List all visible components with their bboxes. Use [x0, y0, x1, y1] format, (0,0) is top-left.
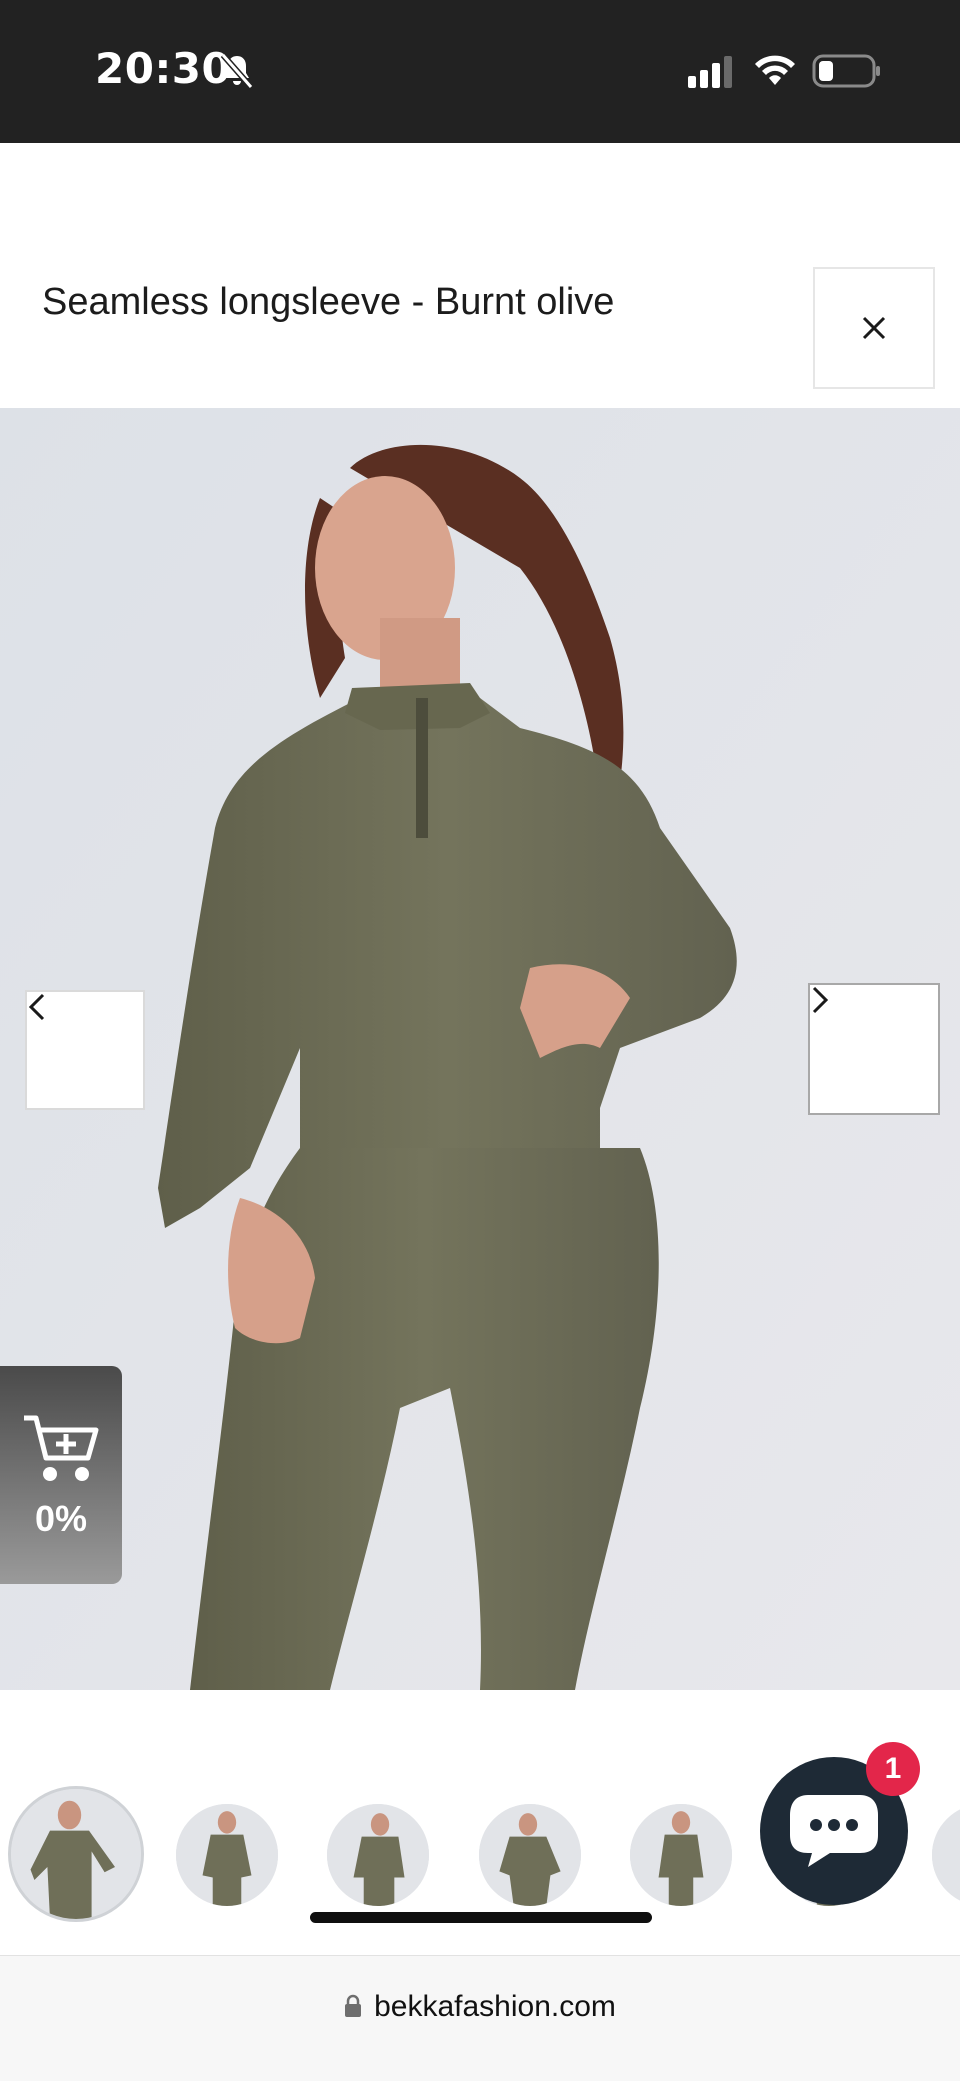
modal-header: Seamless longsleeve - Burnt olive — [0, 143, 960, 408]
chat-unread-badge: 1 — [866, 1742, 920, 1796]
product-image[interactable] — [0, 408, 960, 1690]
thumbnail-image — [11, 1789, 141, 1919]
thumbnail-image — [932, 1804, 960, 1906]
battery-low-icon — [812, 54, 880, 88]
thumbnail-5[interactable] — [630, 1804, 732, 1906]
cart-percent: 0% — [34, 1498, 88, 1539]
next-image-button[interactable] — [808, 983, 940, 1115]
wifi-icon — [755, 55, 795, 85]
thumbnail-1[interactable] — [8, 1786, 144, 1922]
thumbnail-image — [176, 1804, 278, 1906]
close-icon — [862, 316, 886, 340]
cellular-signal-icon — [688, 56, 732, 88]
product-title: Seamless longsleeve - Burnt olive — [42, 281, 615, 323]
url-display[interactable]: bekkafashion.com — [0, 1990, 960, 2024]
thumbnail-4[interactable] — [479, 1804, 581, 1906]
bell-slash-icon — [220, 53, 254, 89]
lock-icon — [345, 1994, 362, 2017]
chevron-right-icon — [812, 986, 829, 1014]
home-indicator — [310, 1912, 652, 1923]
prev-image-button[interactable] — [25, 990, 145, 1110]
browser-address-bar[interactable]: bekkafashion.com — [0, 1955, 960, 2081]
thumbnail-3[interactable] — [327, 1804, 429, 1906]
url-text: bekkafashion.com — [374, 1990, 616, 2023]
cart-progress-widget[interactable]: 0% — [0, 1366, 122, 1584]
close-button[interactable] — [813, 267, 935, 389]
thumbnail-image — [630, 1804, 732, 1906]
cart-plus-icon — [24, 1415, 99, 1481]
thumbnail-7[interactable] — [932, 1804, 960, 1906]
status-time: 20:30 — [95, 44, 232, 93]
status-bar: 20:30 — [0, 0, 960, 143]
chat-bubble-icon — [790, 1795, 878, 1867]
thumbnail-image — [327, 1804, 429, 1906]
thumbnail-image — [479, 1804, 581, 1906]
chevron-left-icon — [28, 993, 45, 1021]
thumbnail-2[interactable] — [176, 1804, 278, 1906]
